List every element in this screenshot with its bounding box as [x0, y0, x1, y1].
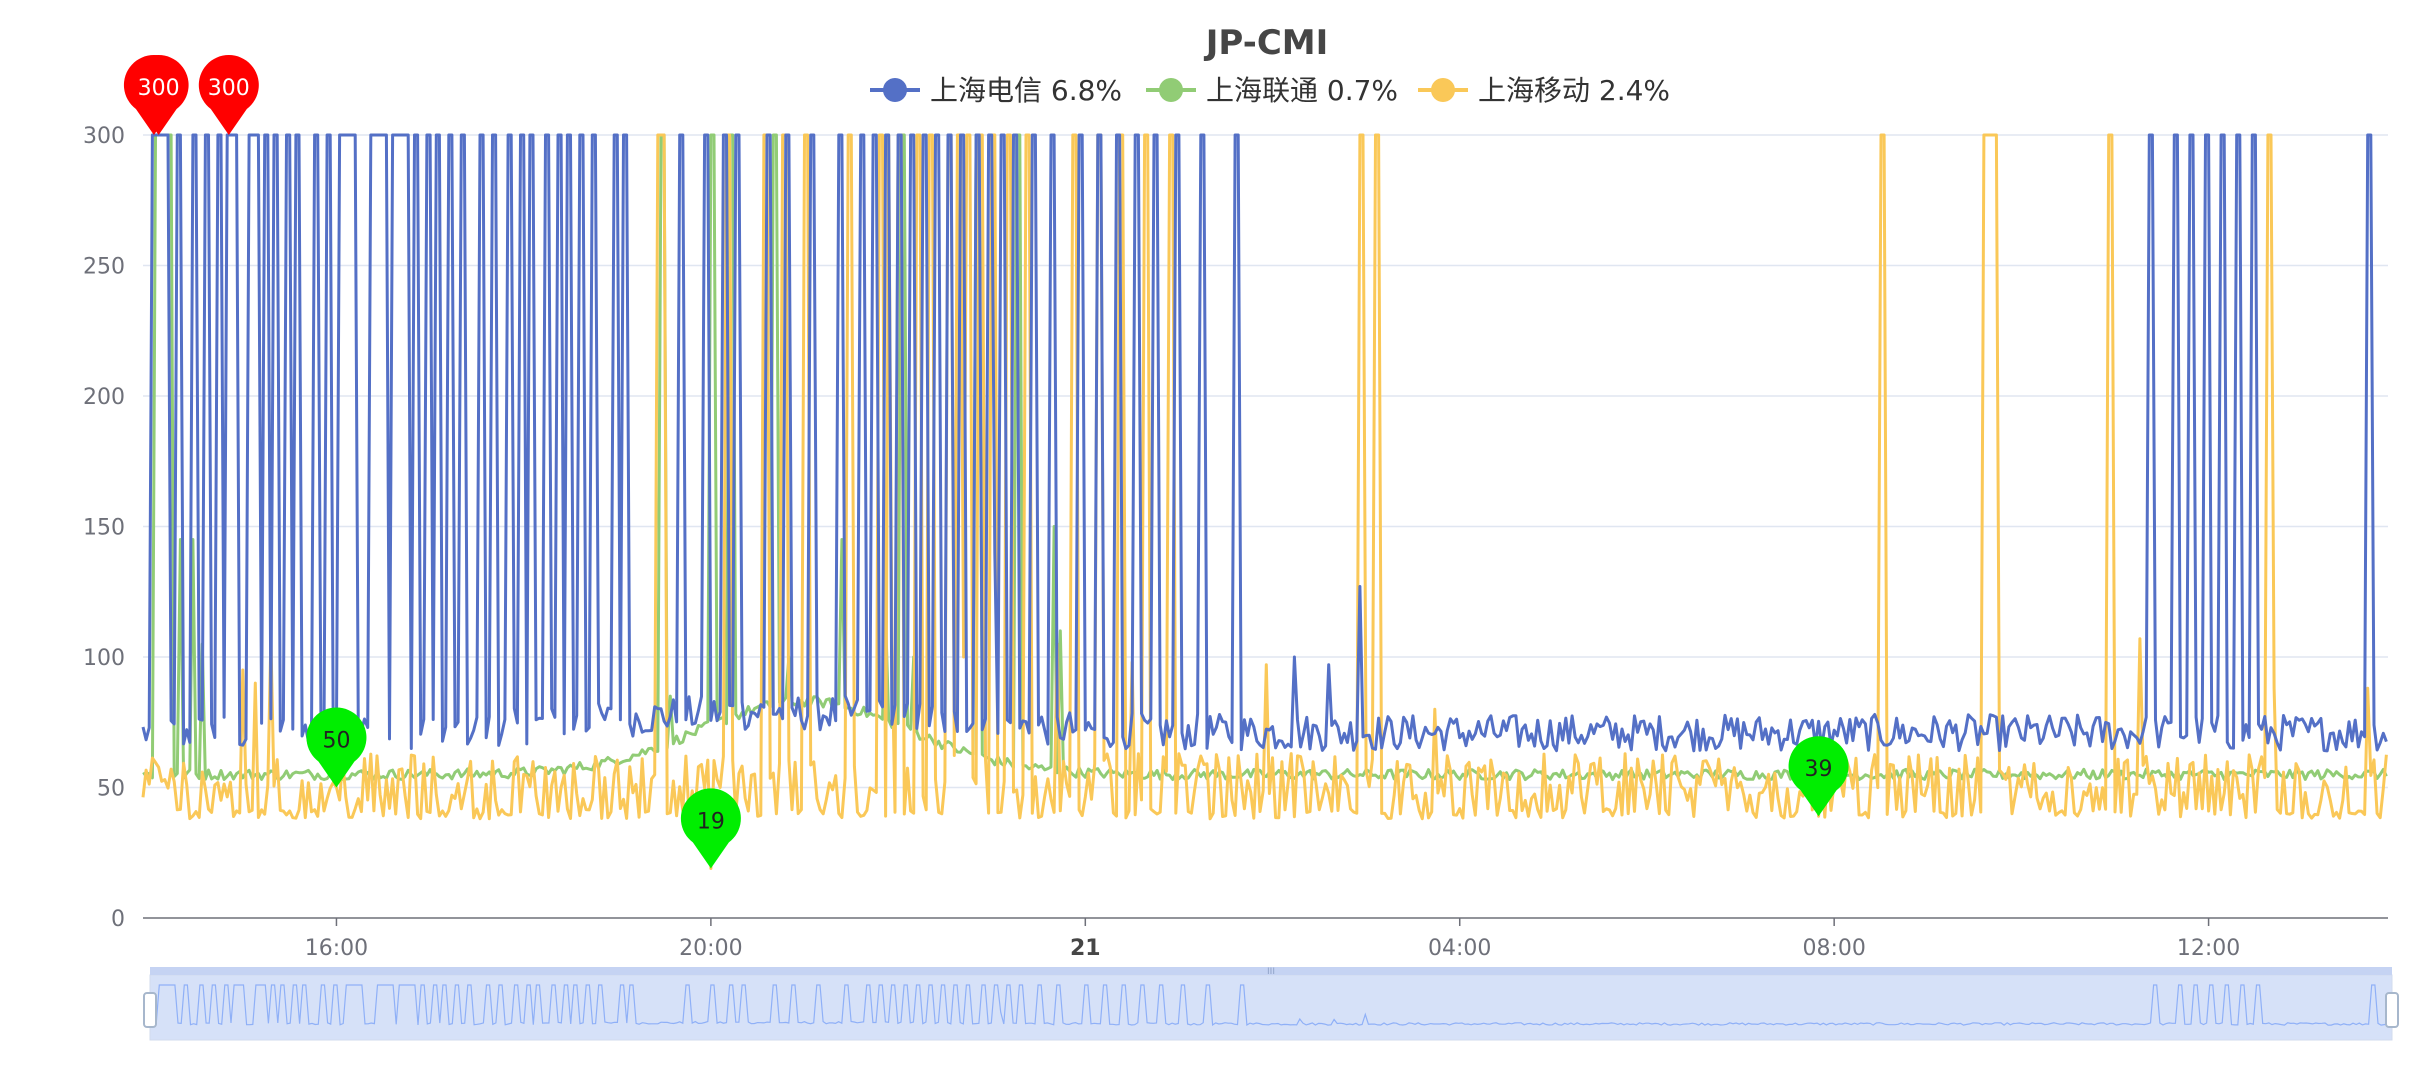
mark-pin: 19: [680, 788, 741, 869]
x-tick-label: 20:00: [679, 936, 742, 961]
legend-item-2[interactable]: 上海联通 0.7%: [1146, 74, 1398, 107]
mark-pin-label: 300: [138, 76, 180, 101]
legend-label: 上海电信 6.8%: [930, 74, 1122, 107]
legend-item-3[interactable]: 上海移动 2.4%: [1418, 74, 1670, 107]
chart-title: JP-CMI: [1204, 23, 1329, 63]
mark-pin: 300: [198, 55, 259, 135]
zoom-handle-right[interactable]: [2385, 992, 2399, 1028]
legend-label: 上海移动 2.4%: [1478, 74, 1670, 107]
x-axis: 16:00 20:00 21 04:00 08:00 12:00: [143, 917, 2388, 961]
x-tick-label: 21: [1070, 936, 1101, 961]
x-tick-label: 16:00: [305, 936, 368, 961]
legend-label: 上海联通 0.7%: [1206, 74, 1398, 107]
mark-pin-label: 19: [697, 809, 725, 834]
series-line-1: [141, 133, 2388, 753]
zoom-handle-left[interactable]: [143, 992, 157, 1028]
y-tick-label: 200: [83, 385, 125, 410]
y-tick-label: 50: [97, 777, 125, 802]
series-layer: [141, 133, 2388, 870]
line-chart: JP-CMI 上海电信 6.8% 上海联通 0.7% 上海移动 2.4% 0 50 10…: [83, 23, 2399, 1041]
y-axis: 0 50 100 150 200 250 300: [83, 124, 125, 932]
x-tick-label: 04:00: [1428, 936, 1491, 961]
mark-pin-label: 50: [322, 729, 350, 754]
x-tick-label: 08:00: [1802, 936, 1865, 961]
y-tick-label: 150: [83, 516, 125, 541]
x-tick-label: 12:00: [2177, 936, 2240, 961]
legend-item-1[interactable]: 上海电信 6.8%: [870, 74, 1122, 107]
legend-dot-icon: [1431, 78, 1455, 102]
y-tick-label: 100: [83, 646, 125, 671]
y-tick-label: 250: [83, 255, 125, 280]
mark-pin-label: 39: [1805, 757, 1833, 782]
mark-pin: 300: [128, 55, 189, 135]
zoom-move-grip[interactable]: III: [1267, 967, 1275, 977]
legend-dot-icon: [1159, 78, 1183, 102]
y-tick-label: 0: [111, 907, 125, 932]
legend[interactable]: 上海电信 6.8% 上海联通 0.7% 上海移动 2.4%: [870, 74, 1670, 107]
legend-dot-icon: [883, 78, 907, 102]
mark-pin-label: 300: [208, 76, 250, 101]
data-zoom-slider[interactable]: III: [143, 967, 2399, 1041]
y-tick-label: 300: [83, 124, 125, 149]
